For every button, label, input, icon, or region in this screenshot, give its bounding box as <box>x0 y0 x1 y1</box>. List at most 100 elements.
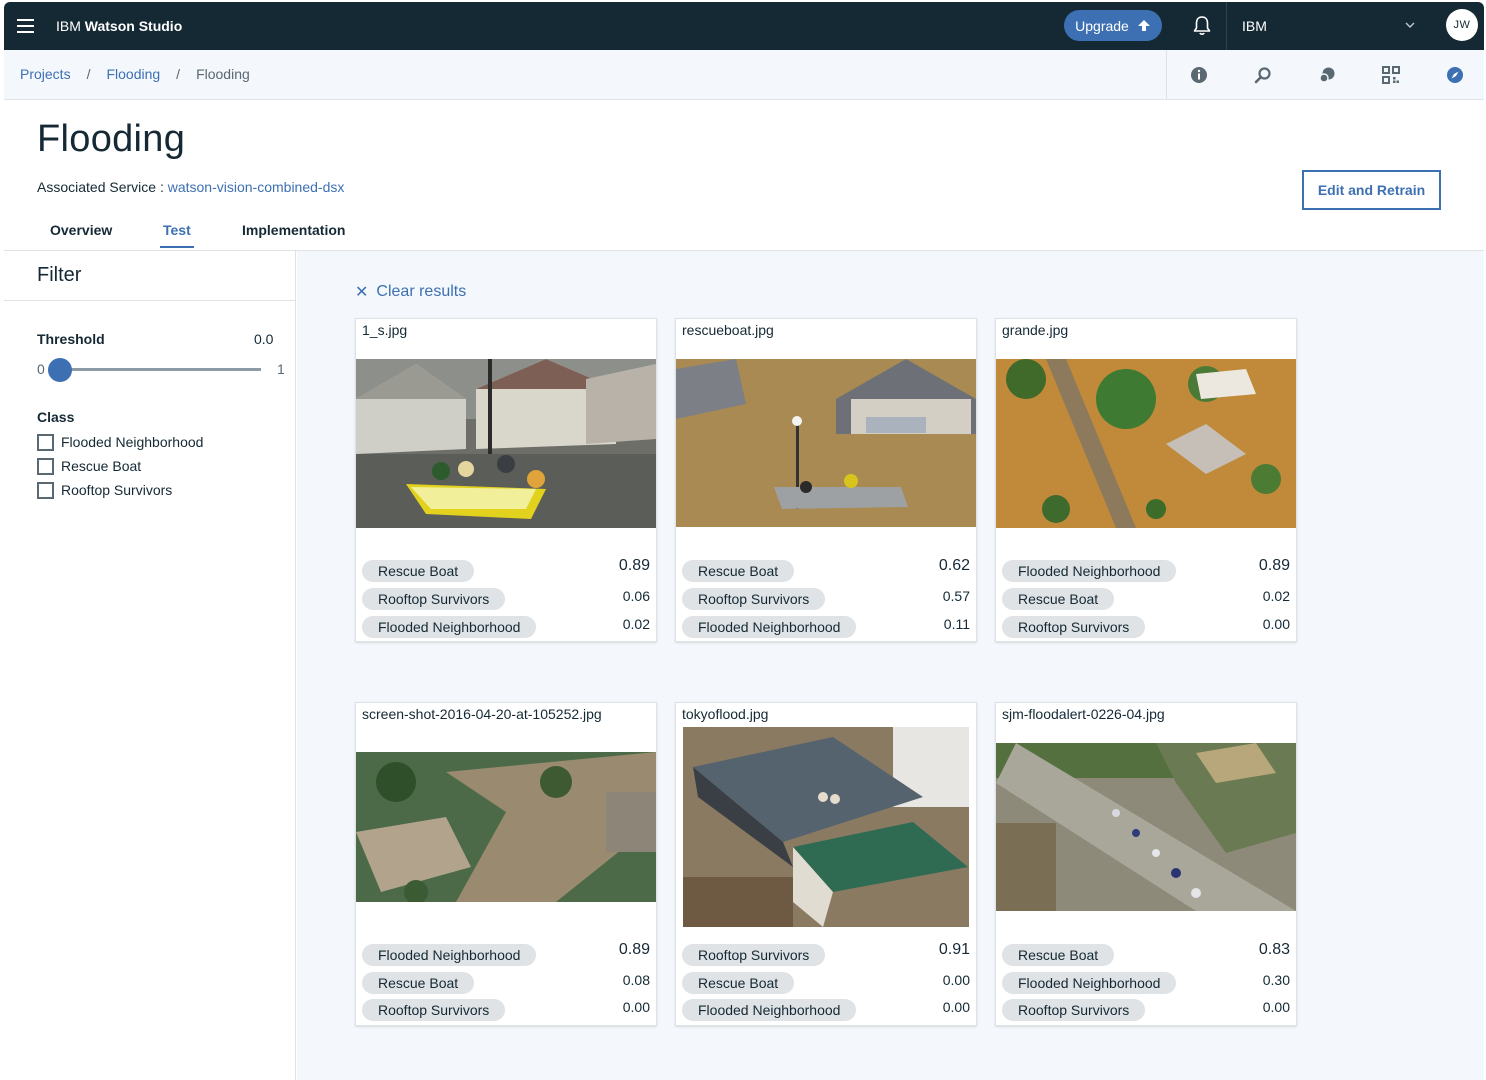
edit-and-retrain-button[interactable]: Edit and Retrain <box>1302 170 1441 210</box>
threshold-slider-thumb[interactable] <box>48 358 72 382</box>
class-tag: Flooded Neighborhood <box>682 616 857 638</box>
prediction-row: Rescue Boat 0.89 <box>362 557 650 582</box>
result-card[interactable]: tokyoflood.jpg Rooftop Survivors 0.91 Res… <box>675 702 977 1026</box>
checkbox-label: Rooftop Survivors <box>61 482 173 498</box>
brand-prefix: IBM <box>56 18 81 34</box>
image-filename: screen-shot-2016-04-20-at-105252.jpg <box>362 706 602 722</box>
chevron-down-icon <box>1405 22 1415 28</box>
checkbox[interactable] <box>37 457 54 475</box>
compass-icon[interactable] <box>1445 65 1465 85</box>
associated-service-link[interactable]: watson-vision-combined-dsx <box>168 179 345 195</box>
tab-implementation[interactable]: Implementation <box>242 222 345 246</box>
class-checkbox-rescue-boat[interactable]: Rescue Boat <box>37 456 141 476</box>
prediction-row: Flooded Neighborhood 0.89 <box>1002 557 1290 582</box>
associated-service: Associated Service : watson-vision-combi… <box>37 179 344 195</box>
close-icon: ✕ <box>355 284 369 301</box>
breadcrumb-flooding-project[interactable]: Flooding <box>106 66 160 82</box>
class-tag: Flooded Neighborhood <box>362 616 537 638</box>
result-card[interactable]: sjm-floodalert-0226-04.jpg Rescue Boat 0.… <box>995 702 1297 1026</box>
prediction-row: Rooftop Survivors 0.57 <box>682 588 970 610</box>
hamburger-menu-icon[interactable] <box>7 2 43 50</box>
confidence-score: 0.91 <box>938 941 970 958</box>
confidence-score: 0.30 <box>1262 972 1290 988</box>
result-card[interactable]: 1_s.jpg Rescue Boat 0.89 Rooftop Survivor… <box>355 318 657 642</box>
class-tag: Rescue Boat <box>682 560 795 582</box>
confidence-score: 0.00 <box>942 972 970 988</box>
breadcrumb: Projects / Flooding / Flooding <box>20 66 250 82</box>
checkbox[interactable] <box>37 433 54 451</box>
prediction-row: Rescue Boat 0.08 <box>362 972 650 994</box>
confidence-score: 0.08 <box>622 972 650 988</box>
prediction-row: Flooded Neighborhood 0.11 <box>682 616 970 638</box>
image-filename: tokyoflood.jpg <box>682 706 769 722</box>
upgrade-button[interactable]: Upgrade <box>1064 10 1162 41</box>
confidence-score: 0.00 <box>1262 999 1290 1015</box>
topbar-divider <box>1226 2 1227 50</box>
prediction-row: Rooftop Survivors 0.00 <box>1002 616 1290 638</box>
breadcrumb-current: Flooding <box>196 66 250 82</box>
class-tag: Flooded Neighborhood <box>1002 972 1177 994</box>
threshold-slider-track[interactable] <box>60 368 261 371</box>
result-card[interactable]: grande.jpg Flooded Neighborhood 0.89 Resc… <box>995 318 1297 642</box>
class-tag: Rooftop Survivors <box>682 588 826 610</box>
checkbox-label: Rescue Boat <box>61 458 142 474</box>
bell-icon[interactable] <box>1190 14 1214 38</box>
confidence-score: 0.02 <box>1262 588 1290 604</box>
brand-name: Watson Studio <box>84 18 183 34</box>
associated-service-label: Associated Service : <box>37 179 164 195</box>
confidence-score: 0.57 <box>942 588 970 604</box>
prediction-row: Rescue Boat 0.00 <box>682 972 970 994</box>
prediction-row: Rescue Boat 0.83 <box>1002 941 1290 966</box>
search-icon[interactable] <box>1253 65 1273 85</box>
result-card[interactable]: rescueboat.jpg Rescue Boat 0.62 Rooftop S… <box>675 318 977 642</box>
clear-results-label: Clear results <box>376 283 467 300</box>
confidence-score: 0.83 <box>1258 941 1290 958</box>
prediction-row: Rooftop Survivors 0.00 <box>362 999 650 1021</box>
class-checkbox-rooftop-survivors[interactable]: Rooftop Survivors <box>37 480 172 500</box>
prediction-row: Flooded Neighborhood 0.30 <box>1002 972 1290 994</box>
class-tag: Flooded Neighborhood <box>682 999 857 1021</box>
confidence-score: 0.89 <box>1258 557 1290 574</box>
breadcrumb-separator: / <box>176 66 181 82</box>
result-card[interactable]: screen-shot-2016-04-20-at-105252.jpg Flo… <box>355 702 657 1026</box>
class-tag: Rooftop Survivors <box>682 944 826 966</box>
prediction-row: Rooftop Survivors 0.00 <box>1002 999 1290 1021</box>
grid-icon[interactable] <box>1381 65 1401 85</box>
confidence-score: 0.89 <box>618 557 650 574</box>
prediction-row: Flooded Neighborhood 0.89 <box>362 941 650 966</box>
filter-title: Filter <box>37 264 82 286</box>
result-image <box>996 359 1296 528</box>
prediction-row: Rescue Boat 0.62 <box>682 557 970 582</box>
image-filename: 1_s.jpg <box>362 322 408 338</box>
info-icon[interactable] <box>1189 65 1209 85</box>
class-tag: Rescue Boat <box>682 972 795 994</box>
result-image <box>356 752 656 902</box>
clear-results-button[interactable]: ✕ Clear results <box>355 282 466 302</box>
account-switcher[interactable]: IBM <box>1242 2 1426 50</box>
result-image <box>683 727 969 927</box>
filter-divider <box>4 300 296 301</box>
checkbox-label: Flooded Neighborhood <box>61 434 204 450</box>
chat-icon[interactable] <box>1317 65 1337 85</box>
class-tag: Flooded Neighborhood <box>1002 560 1177 582</box>
tab-overview[interactable]: Overview <box>50 222 112 246</box>
confidence-score: 0.00 <box>622 999 650 1015</box>
breadcrumb-projects[interactable]: Projects <box>20 66 71 82</box>
class-checkbox-flooded-neighborhood[interactable]: Flooded Neighborhood <box>37 432 203 452</box>
slider-min-label: 0 <box>37 361 45 377</box>
result-image <box>676 359 976 527</box>
prediction-row: Rooftop Survivors 0.91 <box>682 941 970 966</box>
threshold-label: Threshold <box>37 331 105 347</box>
confidence-score: 0.62 <box>938 557 970 574</box>
tab-test[interactable]: Test <box>160 222 194 248</box>
class-tag: Rooftop Survivors <box>362 588 506 610</box>
user-avatar[interactable]: JW <box>1446 9 1478 41</box>
results-area: ✕ Clear results 1_s.jpg Rescue Boat 0.89 … <box>297 251 1484 1080</box>
checkbox[interactable] <box>37 481 54 499</box>
class-tag: Rooftop Survivors <box>1002 999 1146 1021</box>
product-brand[interactable]: IBM Watson Studio <box>56 18 182 34</box>
prediction-row: Rooftop Survivors 0.06 <box>362 588 650 610</box>
class-tag: Rooftop Survivors <box>1002 616 1146 638</box>
class-label: Class <box>37 409 75 425</box>
class-tag: Rescue Boat <box>1002 944 1115 966</box>
